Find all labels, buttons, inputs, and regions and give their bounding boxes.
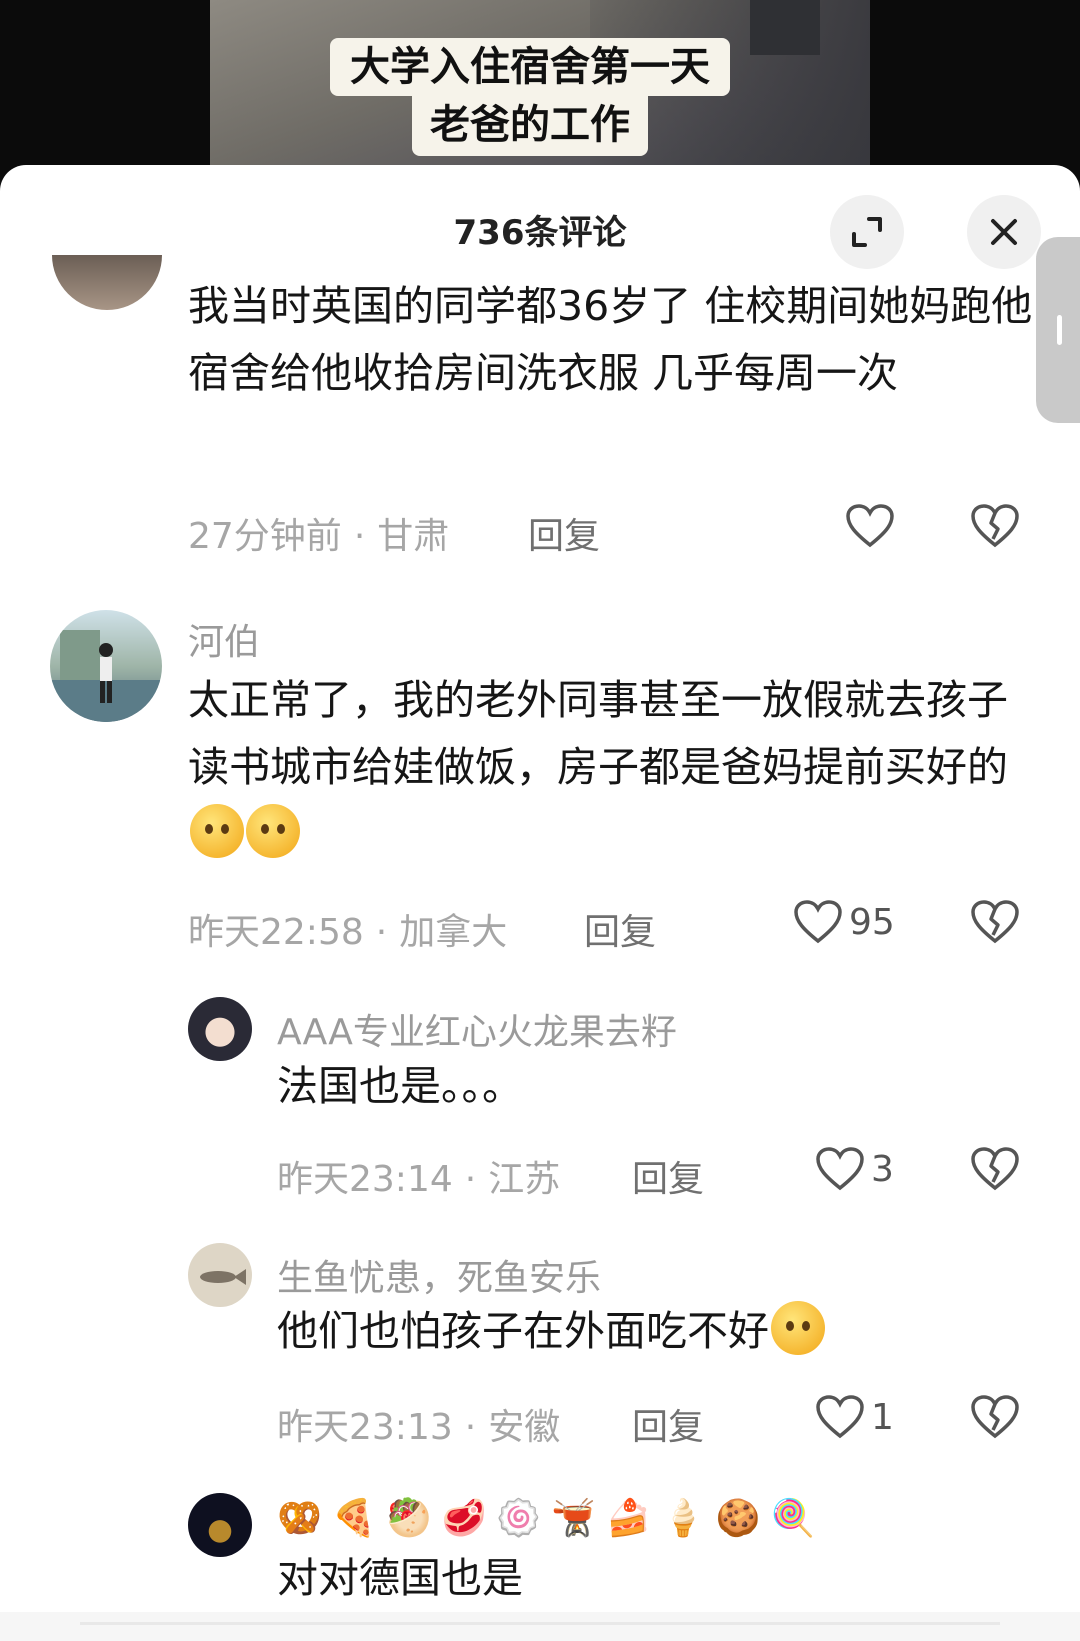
heart-icon [816, 1147, 864, 1191]
reply-button[interactable]: 回复 [632, 1398, 704, 1450]
comment-text: 我当时英国的同学都36岁了 住校期间她妈跑他宿舍给他收拾房间洗衣服 几乎每周一次 [188, 282, 1033, 397]
lollipop-icon: 🍭 [770, 1498, 816, 1539]
fondue-icon: 🫕 [551, 1498, 596, 1539]
pretzel-icon: 🥨 [277, 1498, 322, 1539]
video-door [750, 0, 820, 55]
heart-broken-icon [971, 504, 1019, 548]
dislike-button[interactable] [970, 503, 1020, 553]
video-player[interactable]: 大学入住宿舍第一天 老爸的工作 [0, 0, 1080, 180]
reply-time: 昨天23:14 [277, 1159, 453, 1200]
like-count: 1 [871, 1396, 894, 1438]
reply-button[interactable]: 回复 [632, 1150, 704, 1202]
reply-text-content: 他们也怕孩子在外面吃不好 [277, 1307, 769, 1355]
comment-count-title: 736条评论 [453, 213, 627, 253]
comment-time: 27分钟前 [188, 516, 342, 557]
meat-icon: 🥩 [441, 1498, 487, 1539]
avatar[interactable] [52, 255, 162, 310]
reply-username[interactable]: AAA专业红心火龙果去籽 [277, 1003, 677, 1055]
comment-meta: 昨天22:58 · 加拿大 [188, 903, 507, 955]
meta-separator: · [464, 1407, 477, 1448]
home-indicator [80, 1622, 1000, 1625]
expand-icon [852, 217, 882, 247]
like-button[interactable]: 3 [815, 1146, 894, 1192]
reply-button[interactable]: 回复 [528, 507, 600, 559]
meta-separator: · [464, 1159, 477, 1200]
bottom-bar [0, 1612, 1080, 1641]
reply-text: 法国也是。。。 [277, 1062, 523, 1110]
heart-icon [846, 504, 894, 548]
comment-location: 加拿大 [399, 912, 508, 953]
pleading-emoji-icon [246, 804, 300, 858]
heart-broken-icon [971, 1147, 1019, 1191]
video-caption-line2: 老爸的工作 [412, 96, 648, 156]
heart-broken-icon [971, 900, 1019, 944]
comment-sheet: 736条评论 我当时英国的同学都36岁了 住校期间她妈跑他宿舍给他收拾房间洗衣服… [0, 165, 1080, 1641]
like-button[interactable]: 1 [815, 1394, 894, 1440]
video-caption-line1: 大学入住宿舍第一天 [330, 38, 730, 96]
dislike-button[interactable] [970, 1146, 1020, 1196]
reply-meta: 昨天23:14 · 江苏 [277, 1150, 560, 1202]
fish-cake-icon: 🍥 [496, 1498, 542, 1539]
cake-icon: 🍰 [605, 1498, 651, 1539]
meta-separator: · [375, 912, 388, 953]
reply-location: 江苏 [488, 1159, 561, 1200]
comment-username[interactable]: 河伯 [188, 613, 260, 665]
heart-broken-icon [971, 1395, 1019, 1439]
reply-username-stickers[interactable]: 🥨 🍕 🥙 🥩 🍥 🫕 🍰 🍦 🍪 🍭 [277, 1497, 815, 1539]
heart-icon [816, 1395, 864, 1439]
pizza-icon: 🍕 [331, 1498, 377, 1539]
reply-text: 他们也怕孩子在外面吃不好 [277, 1298, 1017, 1365]
avatar[interactable] [50, 610, 162, 722]
avatar[interactable] [188, 1493, 252, 1557]
reply-username[interactable]: 生鱼忧患，死鱼安乐 [277, 1249, 601, 1301]
pleading-emoji-icon [771, 1301, 825, 1355]
comment-meta: 27分钟前 · 甘肃 [188, 507, 449, 559]
like-button[interactable] [845, 503, 901, 549]
like-count: 95 [849, 901, 895, 943]
meta-separator: · [353, 516, 366, 557]
comment-text-content: 太正常了，我的老外同事甚至一放假就去孩子读书城市给娃做饭，房子都是爸妈提前买好的 [188, 676, 1008, 791]
scroll-handle[interactable] [1036, 237, 1080, 423]
like-button[interactable]: 95 [793, 899, 895, 945]
avatar[interactable] [188, 997, 252, 1061]
ice-cream-icon: 🍦 [660, 1498, 706, 1539]
scroll-handle-bar [1057, 315, 1062, 345]
heart-icon [794, 900, 842, 944]
comment-text: 太正常了，我的老外同事甚至一放假就去孩子读书城市给娃做饭，房子都是爸妈提前买好的 [188, 667, 1018, 868]
like-count: 3 [871, 1148, 894, 1190]
cookie-icon: 🍪 [715, 1498, 761, 1539]
reply-time: 昨天23:13 [277, 1407, 453, 1448]
close-icon [991, 219, 1017, 245]
reply-text: 对对德国也是 [277, 1554, 523, 1602]
fish-avatar-icon [200, 1269, 246, 1285]
avatar[interactable] [188, 1243, 252, 1307]
dislike-button[interactable] [970, 899, 1020, 949]
expand-button[interactable] [830, 195, 904, 269]
reply-meta: 昨天23:13 · 安徽 [277, 1398, 560, 1450]
avatar-figure [50, 630, 162, 722]
close-button[interactable] [967, 195, 1041, 269]
reply-button[interactable]: 回复 [584, 903, 656, 955]
comment-location: 甘肃 [377, 516, 450, 557]
pleading-emoji-icon [190, 804, 244, 858]
stuffed-flatbread-icon: 🥙 [386, 1498, 432, 1539]
comment-time: 昨天22:58 [188, 912, 364, 953]
reply-location: 安徽 [488, 1407, 561, 1448]
dislike-button[interactable] [970, 1394, 1020, 1444]
